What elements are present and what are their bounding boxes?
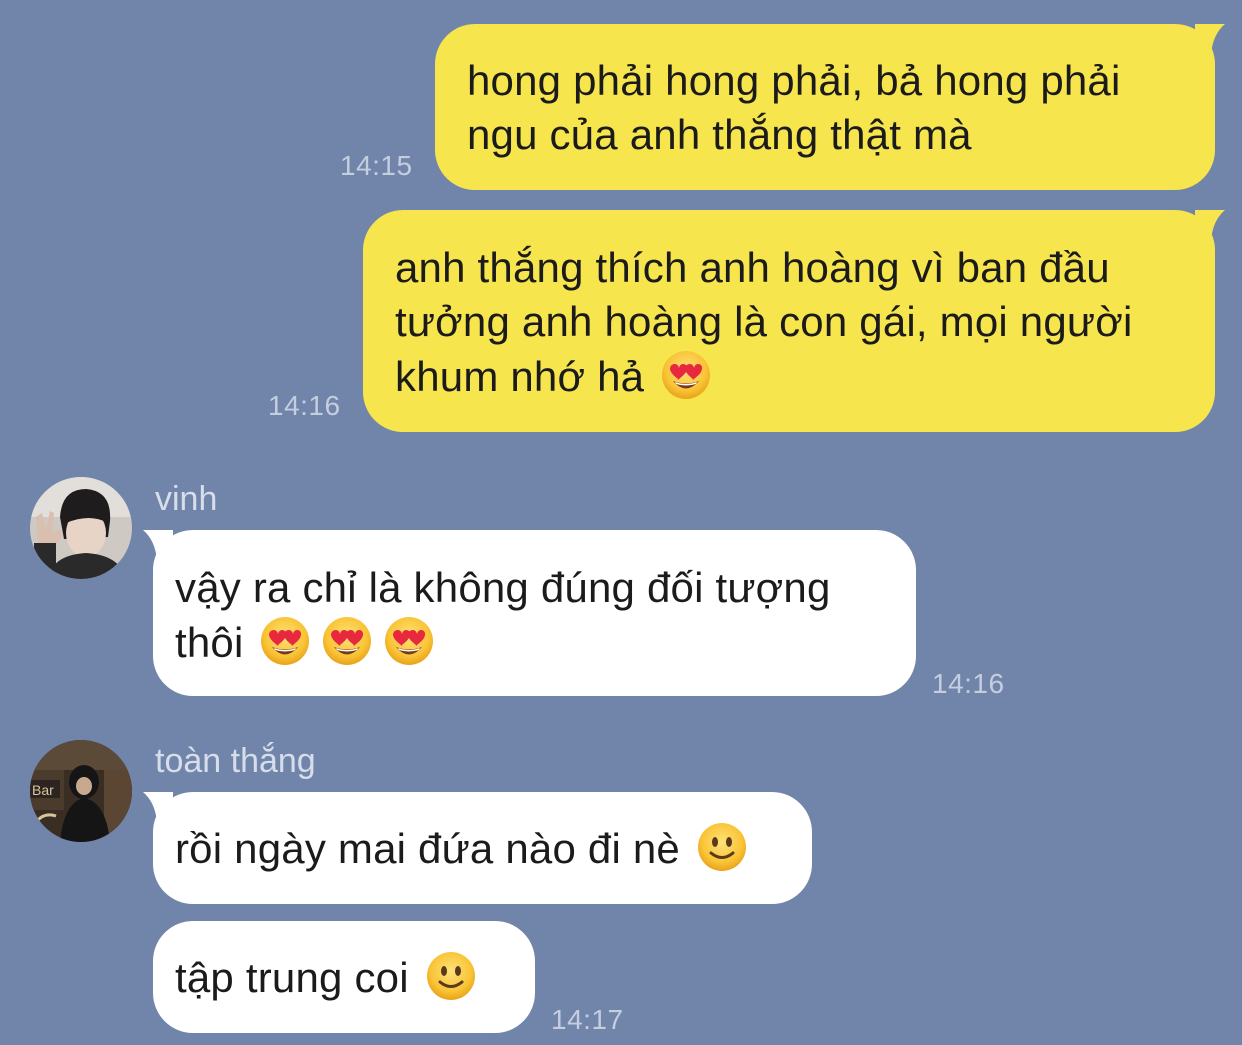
avatar-photo-icon: Bar (30, 740, 132, 842)
avatar-signage-text: Bar (32, 782, 54, 798)
heart-eyes-emoji-icon (321, 615, 373, 667)
incoming-message-bubble[interactable]: vậy ra chỉ là không đúng đối tượng thôi (143, 530, 916, 696)
message-timestamp: 14:16 (932, 668, 1005, 699)
message-timestamp: 14:15 (340, 150, 413, 181)
bubble-tail-icon (143, 792, 173, 822)
outgoing-message-bubble[interactable]: anh thắng thích anh hoàng vì ban đầu tưở… (363, 210, 1225, 432)
message-timestamp: 14:17 (551, 1004, 624, 1035)
outgoing-message-bubble[interactable]: hong phải hong phải, bả hong phải ngu củ… (435, 24, 1225, 190)
heart-eyes-emoji-icon (383, 615, 435, 667)
bubble-tail-icon (143, 530, 173, 560)
message-text-line: ngu của anh thắng thật mà (467, 111, 972, 158)
avatar-toan-thang[interactable]: Bar (30, 740, 132, 842)
message-timestamp: 14:16 (268, 390, 341, 421)
message-text-line: rồi ngày mai đứa nào đi nè (175, 821, 790, 876)
sender-name: vinh (155, 480, 218, 518)
bubble-tail-icon (1195, 210, 1225, 240)
message-text-line: khum nhớ hả (395, 349, 1183, 404)
sender-name: toàn thắng (155, 742, 316, 780)
bubble-tail-icon (1195, 24, 1225, 54)
message-text-line: vậy ra chỉ là không đúng đối tượng (175, 564, 831, 611)
avatar-photo-icon (30, 477, 132, 579)
chat-thread: hong phải hong phải, bả hong phải ngu củ… (0, 0, 1242, 1045)
message-text-line: hong phải hong phải, bả hong phải (467, 57, 1121, 104)
slightly-smiling-emoji-icon (425, 950, 477, 1002)
message-text-line: thôi (175, 615, 894, 670)
message-text-line: anh thắng thích anh hoàng vì ban đầu (395, 244, 1110, 291)
slightly-smiling-emoji-icon (696, 821, 748, 873)
heart-eyes-emoji-icon (660, 349, 712, 401)
message-text-line: tập trung coi (175, 950, 513, 1005)
message-text-line: tưởng anh hoàng là con gái, mọi người (395, 298, 1133, 345)
incoming-message-bubble[interactable]: rồi ngày mai đứa nào đi nè (143, 792, 812, 904)
heart-eyes-emoji-icon (259, 615, 311, 667)
incoming-message-bubble[interactable]: tập trung coi (153, 921, 535, 1033)
avatar-vinh[interactable] (30, 477, 132, 579)
